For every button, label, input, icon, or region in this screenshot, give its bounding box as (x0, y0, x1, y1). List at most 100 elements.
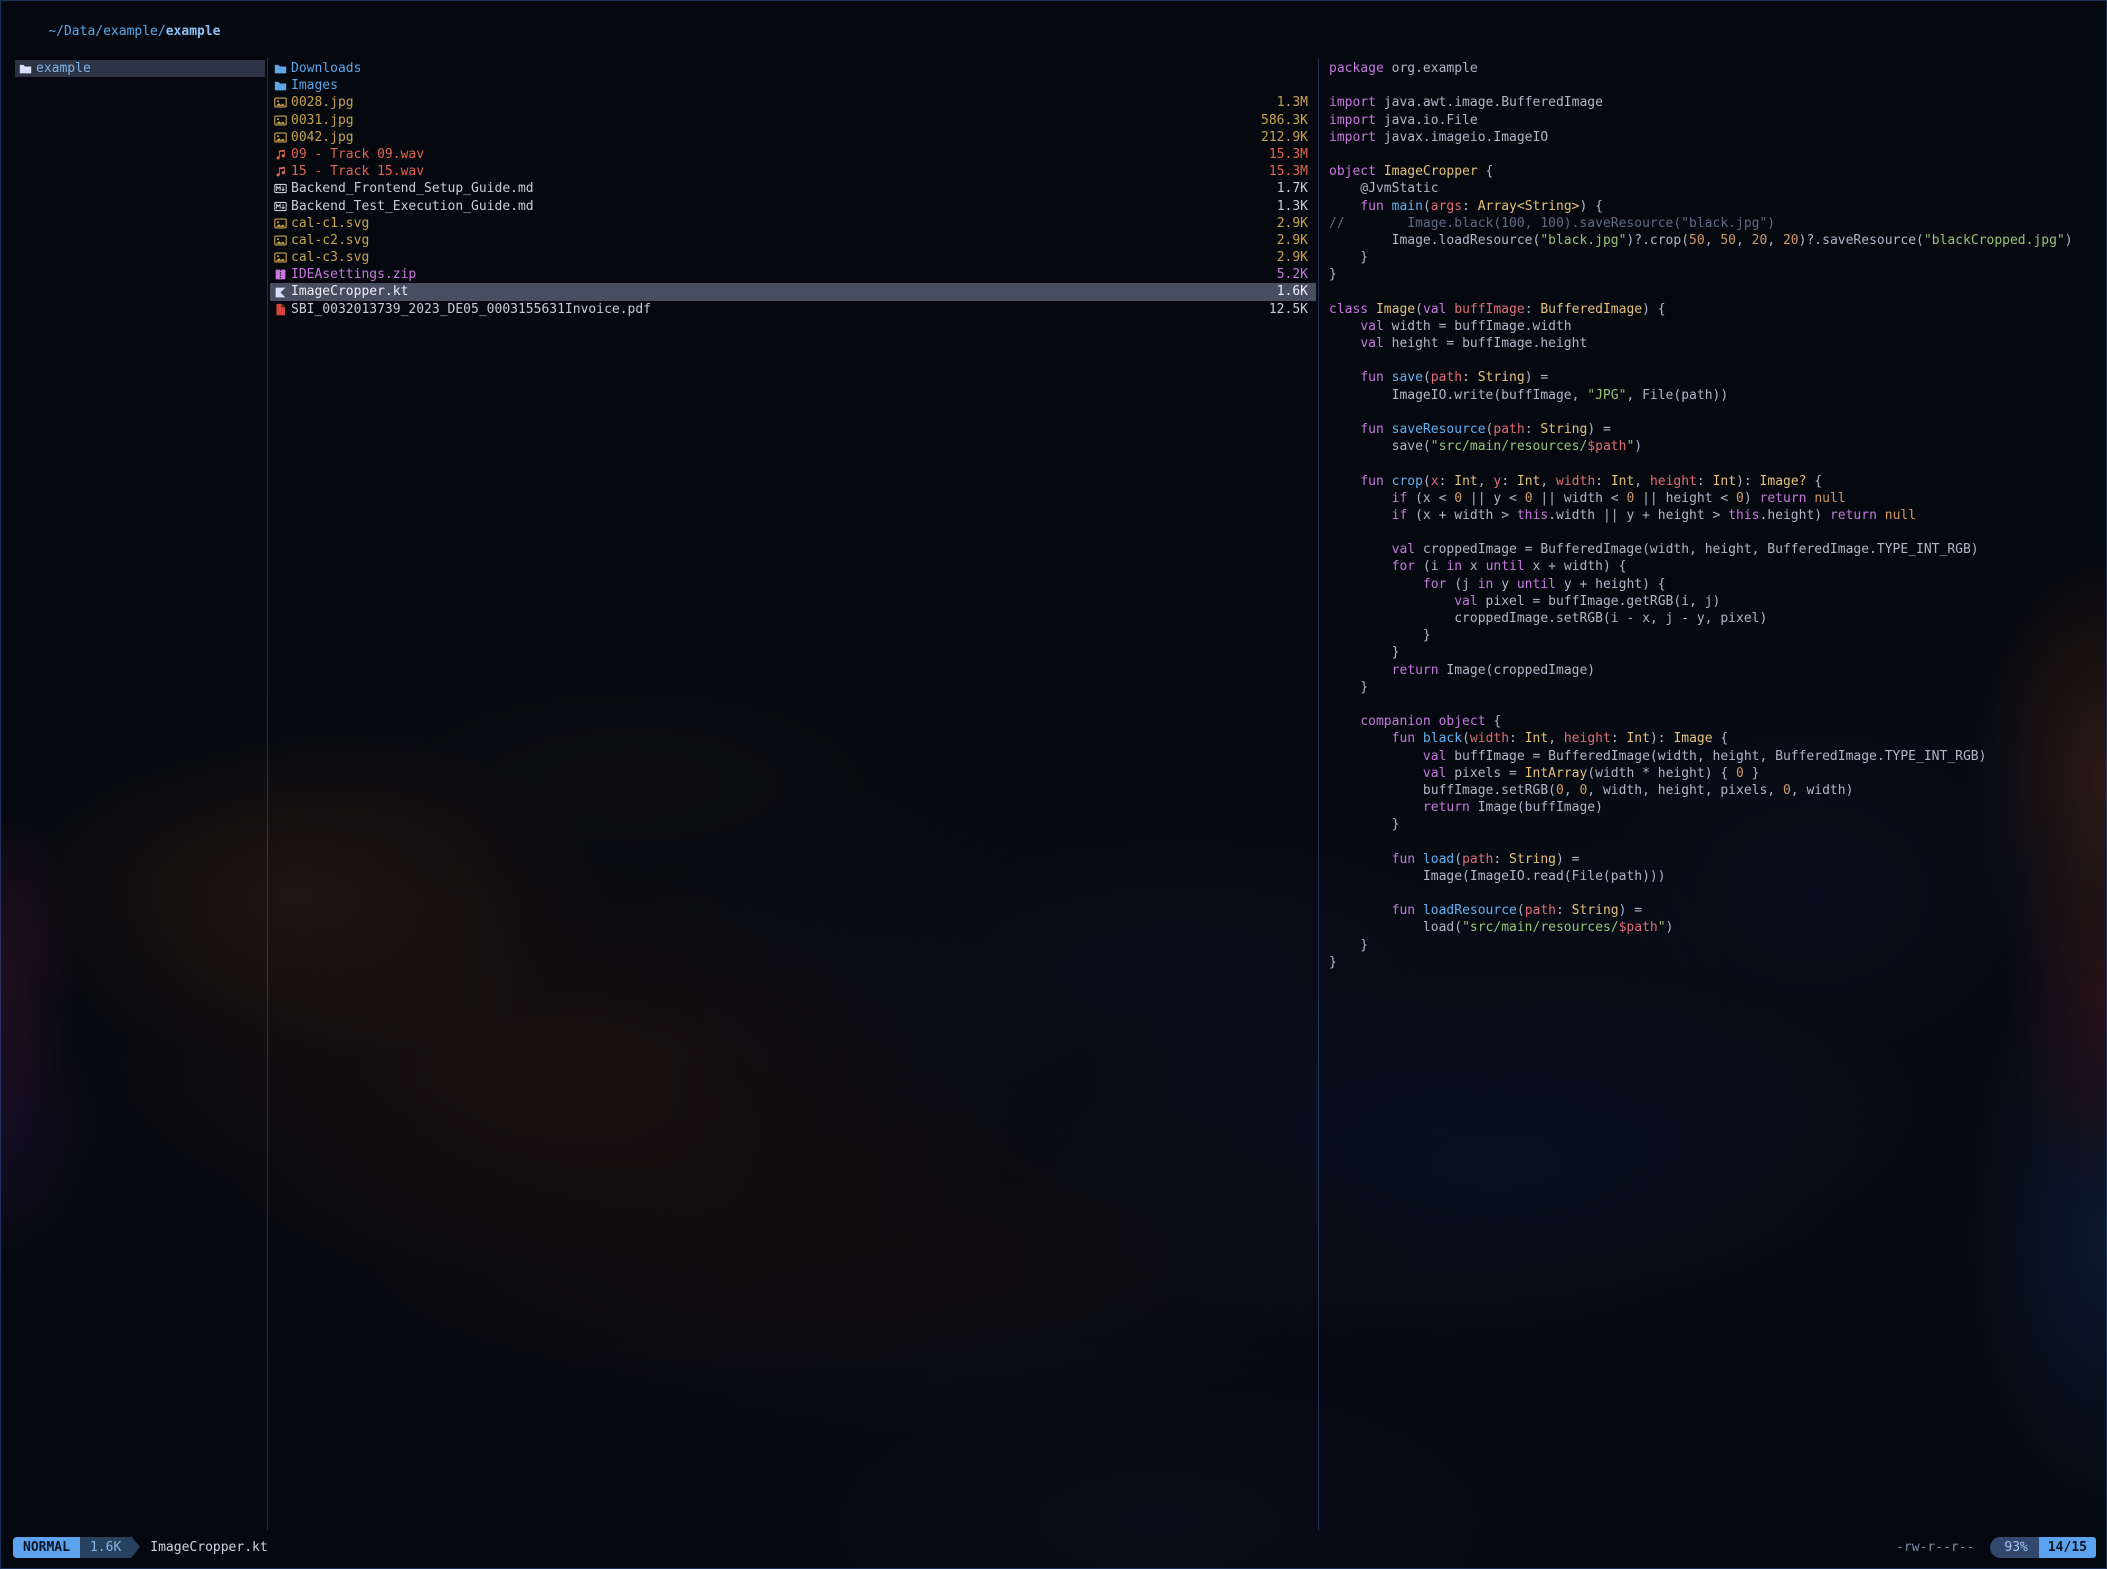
yazi-file-manager-window: ~/Data/example/example example Downloads… (0, 0, 2107, 1569)
file-row[interactable]: 0031.jpg 586.3K (270, 112, 1316, 129)
code-line (1329, 696, 2094, 713)
file-row[interactable]: 15 - Track 15.wav 15.3M (270, 163, 1316, 180)
file-name: ImageCropper.kt (291, 283, 1267, 300)
file-size: 15.3M (1269, 163, 1308, 180)
file-size: 1.3K (1277, 198, 1308, 215)
code-line (1329, 77, 2094, 94)
file-row[interactable]: 0028.jpg1.3M (270, 94, 1316, 111)
folder-icon (274, 62, 291, 75)
code-line: @JvmStatic (1329, 180, 2094, 197)
code-line: } (1329, 627, 2094, 644)
file-row[interactable]: Backend_Frontend_Setup_Guide.md1.7K (270, 180, 1316, 197)
code-line: Image.loadResource("black.jpg")?.crop(50… (1329, 232, 2094, 249)
file-size: 212.9K (1261, 129, 1308, 146)
code-line: for (i in x until x + width) { (1329, 558, 2094, 575)
code-line: import java.io.File (1329, 112, 2094, 129)
code-line: } (1329, 249, 2094, 266)
code-line: // Image.black(100, 100).saveResource("b… (1329, 215, 2094, 232)
file-name: cal-c1.svg (291, 215, 1267, 232)
code-line (1329, 455, 2094, 472)
breadcrumb: ~/Data/example/example (48, 24, 220, 39)
code-line: val buffImage = BufferedImage(width, hei… (1329, 748, 2094, 765)
code-line (1329, 146, 2094, 163)
scroll-percent-badge: 93% (1990, 1537, 2038, 1558)
code-line: } (1329, 937, 2094, 954)
status-filename: ImageCropper.kt (150, 1540, 267, 1555)
code-line: fun loadResource(path: String) = (1329, 902, 2094, 919)
pdf-icon (274, 303, 291, 316)
code-line: if (x < 0 || y < 0 || width < 0 || heigh… (1329, 490, 2094, 507)
file-size: 12.5K (1269, 301, 1308, 318)
code-line: for (j in y until y + height) { (1329, 576, 2094, 593)
file-name: Downloads (291, 60, 1298, 77)
cursor-position-badge: 14/15 (2039, 1537, 2096, 1558)
file-name: cal-c2.svg (291, 232, 1267, 249)
code-line: val pixel = buffImage.getRGB(i, j) (1329, 593, 2094, 610)
file-name: Backend_Test_Execution_Guide.md (291, 198, 1267, 215)
code-line: import java.awt.image.BufferedImage (1329, 94, 2094, 111)
file-name: Images (291, 77, 1298, 94)
file-row[interactable]: 09 - Track 09.wav 15.3M (270, 146, 1316, 163)
image-icon (274, 96, 291, 109)
code-line (1329, 352, 2094, 369)
file-row[interactable]: Images (270, 77, 1316, 94)
file-size: 586.3K (1261, 112, 1308, 129)
archive-icon (274, 268, 291, 281)
file-size: 1.6K (1277, 283, 1308, 300)
file-row[interactable]: ImageCropper.kt 1.6K (270, 283, 1316, 300)
file-row[interactable]: 0042.jpg 212.9K (270, 129, 1316, 146)
folder-icon (274, 79, 291, 92)
image-icon (274, 131, 291, 144)
file-row[interactable]: Downloads (270, 60, 1316, 77)
file-row[interactable]: cal-c2.svg2.9K (270, 232, 1316, 249)
markdown-icon (274, 200, 291, 213)
code-line (1329, 283, 2094, 300)
code-line (1329, 524, 2094, 541)
code-line: } (1329, 679, 2094, 696)
pane-divider-right (1318, 58, 1319, 1530)
image-icon (274, 217, 291, 230)
file-size: 5.2K (1277, 266, 1308, 283)
code-line: fun load(path: String) = (1329, 851, 2094, 868)
code-line: return Image(croppedImage) (1329, 662, 2094, 679)
image-icon (274, 114, 291, 127)
file-name: example (36, 60, 257, 77)
file-row[interactable]: cal-c1.svg 2.9K (270, 215, 1316, 232)
code-line: fun black(width: Int, height: Int): Imag… (1329, 730, 2094, 747)
code-line: object ImageCropper { (1329, 163, 2094, 180)
file-name: 0042.jpg (291, 129, 1251, 146)
file-name: 15 - Track 15.wav (291, 163, 1259, 180)
code-line: val height = buffImage.height (1329, 335, 2094, 352)
code-line: save("src/main/resources/$path") (1329, 438, 2094, 455)
code-line: fun crop(x: Int, y: Int, width: Int, hei… (1329, 473, 2094, 490)
preview-pane[interactable]: package org.example import java.awt.imag… (1321, 58, 2098, 1530)
file-name: SBI_0032013739_2023_DE05_0003155631Invoi… (291, 301, 1259, 318)
code-line (1329, 833, 2094, 850)
status-right: -rw-r--r-- 93% 14/15 (1896, 1537, 2096, 1558)
file-row[interactable]: SBI_0032013739_2023_DE05_0003155631Invoi… (270, 301, 1316, 318)
file-row[interactable]: cal-c3.svg2.9K (270, 249, 1316, 266)
code-line: fun saveResource(path: String) = (1329, 421, 2094, 438)
audio-icon (274, 148, 291, 161)
file-name: 09 - Track 09.wav (291, 146, 1259, 163)
code-line: val width = buffImage.width (1329, 318, 2094, 335)
file-name: cal-c3.svg (291, 249, 1267, 266)
code-line: fun main(args: Array<String>) { (1329, 198, 2094, 215)
file-name: 0031.jpg (291, 112, 1251, 129)
file-name: Backend_Frontend_Setup_Guide.md (291, 180, 1267, 197)
file-size-badge: 1.6K (80, 1537, 131, 1558)
code-line (1329, 885, 2094, 902)
code-line: fun save(path: String) = (1329, 369, 2094, 386)
breadcrumb-path-prefix: ~/Data/example/ (48, 24, 165, 39)
code-line: if (x + width > this.width || y + height… (1329, 507, 2094, 524)
code-line: class Image(val buffImage: BufferedImage… (1329, 301, 2094, 318)
file-list-pane: DownloadsImages0028.jpg1.3M0031.jpg 586.3… (270, 58, 1316, 1530)
code-line: val pixels = IntArray(width * height) { … (1329, 765, 2094, 782)
file-size: 2.9K (1277, 215, 1308, 232)
file-size: 15.3M (1269, 146, 1308, 163)
file-row[interactable]: Backend_Test_Execution_Guide.md 1.3K (270, 198, 1316, 215)
parent-dir-item[interactable]: example (15, 60, 265, 77)
file-size: 1.3M (1277, 94, 1308, 111)
code-line: ImageIO.write(buffImage, "JPG", File(pat… (1329, 387, 2094, 404)
file-row[interactable]: IDEAsettings.zip5.2K (270, 266, 1316, 283)
